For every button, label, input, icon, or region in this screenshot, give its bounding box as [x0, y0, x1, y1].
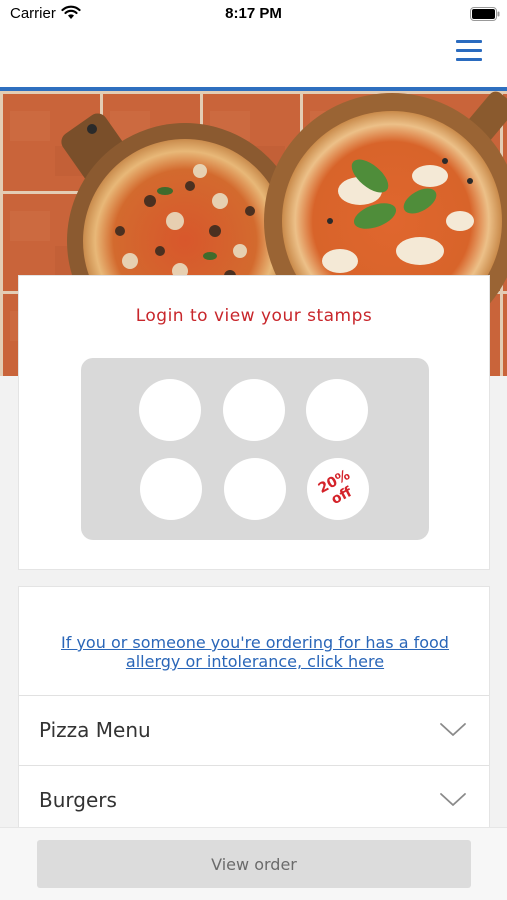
- footer-bar: View order: [0, 827, 507, 900]
- stamp-card: Login to view your stamps 20% off: [18, 275, 490, 570]
- stamp-slot: [223, 379, 285, 441]
- login-stamps-link[interactable]: Login to view your stamps: [19, 306, 489, 326]
- menu-category-burgers[interactable]: Burgers: [19, 765, 489, 835]
- chevron-down-icon: [440, 793, 466, 806]
- stamp-slot: [224, 458, 286, 520]
- stamp-reward-slot: 20% off: [307, 458, 369, 520]
- allergy-info-link[interactable]: If you or someone you're ordering for ha…: [39, 633, 471, 671]
- hamburger-menu-icon[interactable]: [456, 40, 484, 66]
- menu-category-label: Burgers: [39, 788, 117, 812]
- clock-time: 8:17 PM: [225, 5, 282, 22]
- nav-bar: [0, 30, 507, 87]
- status-bar: Carrier 8:17 PM: [0, 0, 507, 30]
- stamp-slot: [306, 379, 368, 441]
- menu-category-pizza[interactable]: Pizza Menu: [19, 695, 489, 765]
- menu-category-label: Pizza Menu: [39, 718, 151, 742]
- stamp-grid: 20% off: [81, 358, 429, 540]
- stamp-slot: [140, 458, 202, 520]
- chevron-down-icon: [440, 723, 466, 736]
- reward-label: 20% off: [306, 462, 370, 517]
- view-order-button[interactable]: View order: [37, 840, 471, 888]
- battery-icon: [470, 7, 500, 21]
- stamp-slot: [139, 379, 201, 441]
